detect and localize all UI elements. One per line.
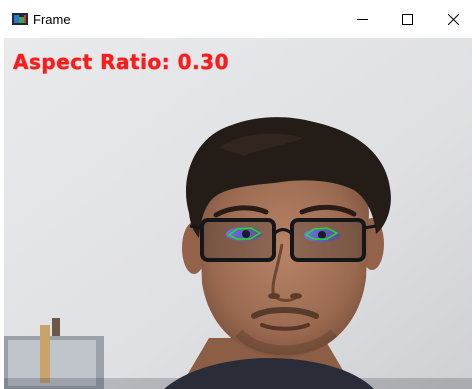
video-frame: Aspect Ratio: 0.30 [4,38,472,389]
frame-app-icon [12,13,28,25]
webcam-image [4,38,472,389]
title-bar[interactable]: Frame [0,0,476,38]
close-icon [448,14,459,25]
maximize-icon [402,14,413,25]
opencv-window: Frame Aspect Ratio: 0.30 [0,0,476,389]
window-title: Frame [33,12,71,27]
minimize-button[interactable] [339,0,385,38]
minimize-icon [357,19,368,20]
aspect-ratio-label: Aspect Ratio: 0.30 [13,50,230,74]
maximize-button[interactable] [384,0,430,38]
close-button[interactable] [430,0,476,38]
